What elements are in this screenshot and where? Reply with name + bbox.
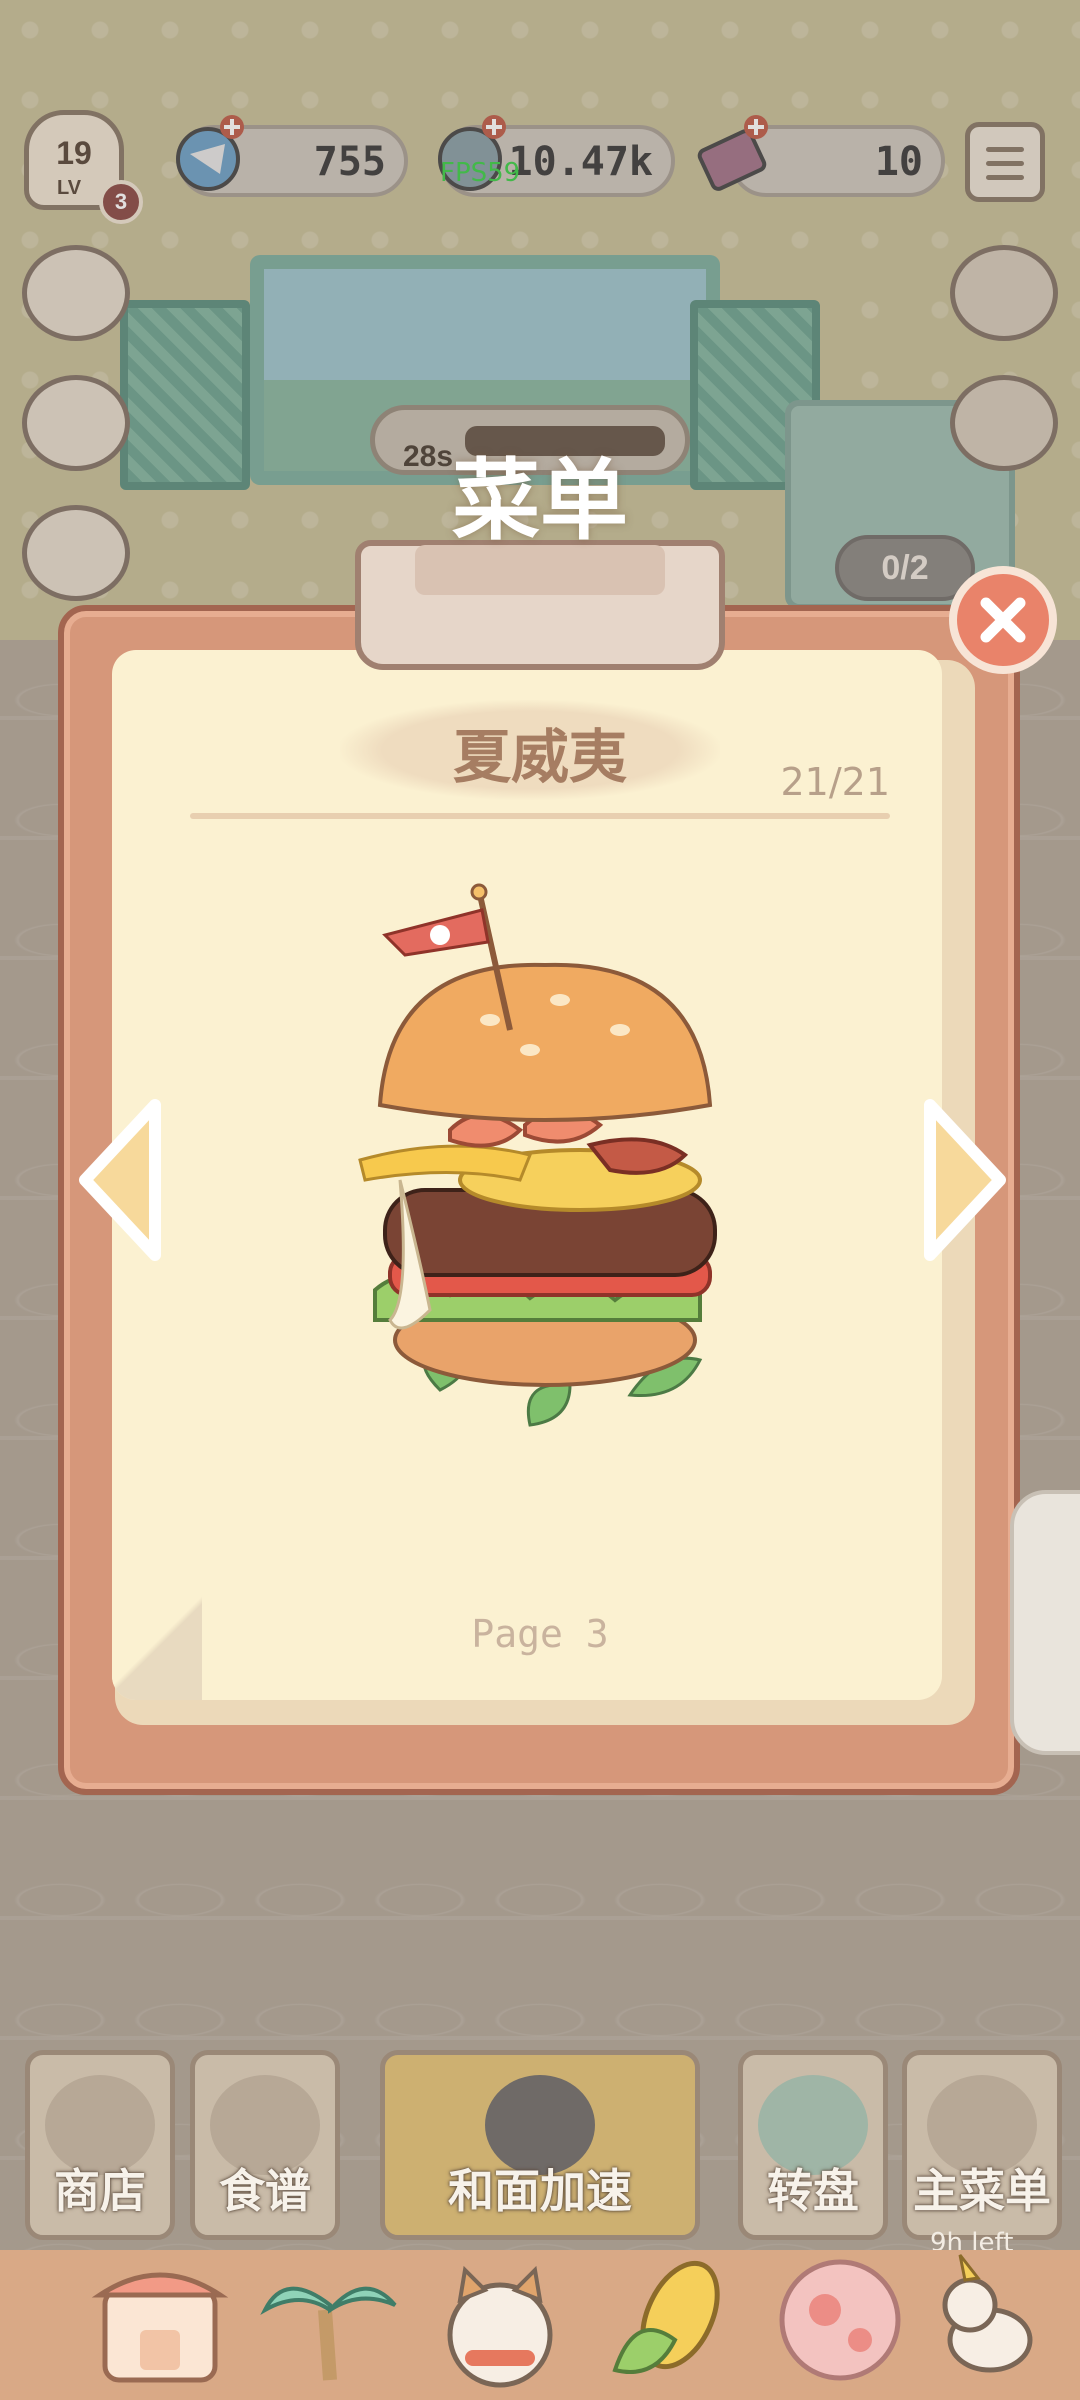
main-menu-button[interactable]: 主菜单	[902, 2050, 1062, 2240]
main-menu-button-label: 主菜单	[913, 2164, 1051, 2218]
page-label: Page 3	[471, 1612, 609, 1656]
close-icon[interactable]	[948, 565, 1058, 675]
previous-page-arrow-icon[interactable]	[70, 1095, 170, 1265]
unicorn-tab-icon[interactable]	[920, 2250, 1070, 2390]
recipe-divider	[190, 813, 890, 819]
hawaiian-burger-image	[358, 883, 717, 1427]
corn-tab-icon[interactable]	[595, 2250, 745, 2390]
recipes-button[interactable]: 食谱	[190, 2050, 340, 2240]
shop-tab-icon[interactable]	[85, 2250, 235, 2390]
dough-speedup-button[interactable]: 和面加速	[380, 2050, 700, 2240]
next-page-arrow-icon[interactable]	[915, 1095, 1015, 1265]
shop-button-label: 商店	[54, 2164, 146, 2218]
wheel-button-label: 转盘	[767, 2164, 859, 2218]
recipe-name: 夏威夷	[452, 723, 627, 791]
flower-tab-icon[interactable]	[765, 2250, 915, 2390]
dough-speedup-label: 和面加速	[448, 2164, 632, 2218]
cat-tab-icon[interactable]	[425, 2250, 575, 2390]
shop-button[interactable]: 商店	[25, 2050, 175, 2240]
menu-title: 菜单	[451, 449, 628, 552]
recipes-button-label: 食谱	[219, 2164, 311, 2218]
palm-tree-tab-icon[interactable]	[255, 2250, 405, 2390]
wheel-button[interactable]: 转盘	[738, 2050, 888, 2240]
side-floating-tab[interactable]	[1010, 1490, 1080, 1755]
recipe-count: 21/21	[780, 760, 890, 804]
